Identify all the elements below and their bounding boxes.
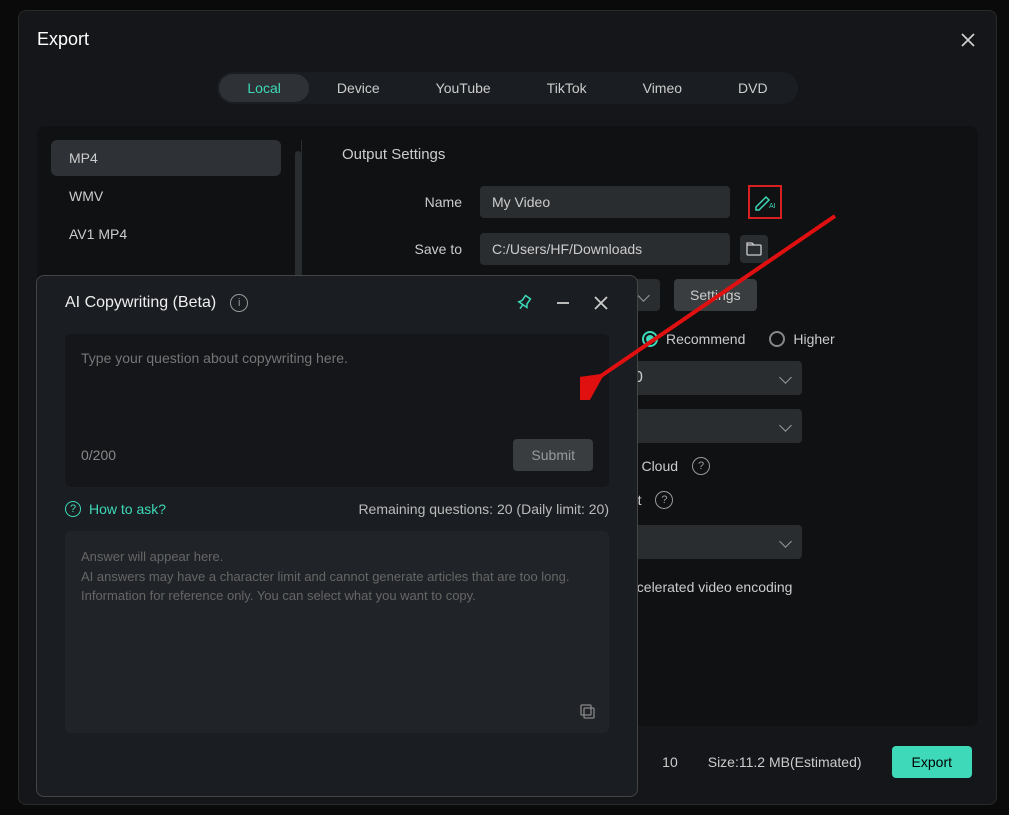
pin-icon[interactable] [515, 294, 533, 312]
ai-input-box: 0/200 Submit [65, 334, 609, 487]
tab-tiktok[interactable]: TikTok [519, 74, 615, 102]
dropdown-partial-1[interactable]: 0 [622, 361, 802, 395]
quality-recommend[interactable]: Recommend [642, 331, 745, 347]
dropdown-partial-2[interactable] [622, 409, 802, 443]
dialog-title: Export [37, 29, 89, 50]
higher-label: Higher [793, 331, 834, 347]
title-bar: Export [37, 29, 978, 50]
question-icon: ? [65, 501, 81, 517]
cloud-row: he Cloud ? [622, 457, 944, 475]
ght-row: ght ? [622, 491, 944, 509]
radio-off-icon [769, 331, 785, 347]
ai-help-row: ? How to ask? Remaining questions: 20 (D… [65, 501, 609, 517]
svg-text:AI: AI [769, 203, 776, 210]
copy-icon[interactable] [579, 703, 597, 721]
howto-link[interactable]: ? How to ask? [65, 501, 166, 517]
chevron-down-icon [781, 417, 790, 435]
ai-copywriting-panel: AI Copywriting (Beta) i 0/200 Submit ? H… [36, 275, 638, 797]
sidebar-scrollbar[interactable] [295, 151, 301, 291]
bottom-size: Size:11.2 MB(Estimated) [708, 754, 862, 770]
settings-button[interactable]: Settings [674, 279, 757, 311]
saveto-label: Save to [342, 241, 462, 257]
tab-dvd[interactable]: DVD [710, 74, 796, 102]
char-count: 0/200 [81, 447, 116, 463]
chevron-down-icon [781, 533, 790, 551]
close-icon[interactable] [958, 30, 978, 50]
tab-device[interactable]: Device [309, 74, 408, 102]
ai-output-box: Answer will appear here. AI answers may … [65, 531, 609, 733]
chevron-down-icon [781, 369, 790, 387]
browse-folder-icon[interactable] [740, 235, 768, 263]
gpu-row: accelerated video encoding [622, 579, 944, 595]
ai-panel-title: AI Copywriting (Beta) [65, 294, 216, 312]
submit-button[interactable]: Submit [513, 439, 593, 471]
ai-title-group: AI Copywriting (Beta) i [65, 294, 248, 312]
output-placeholder-2: AI answers may have a character limit an… [81, 567, 593, 587]
info-icon[interactable]: ? [692, 457, 710, 475]
dropdown-partial-3[interactable] [622, 525, 802, 559]
tab-vimeo[interactable]: Vimeo [615, 74, 710, 102]
remaining-questions: Remaining questions: 20 (Daily limit: 20… [358, 501, 609, 517]
output-settings-title: Output Settings [342, 146, 944, 163]
ai-question-input[interactable] [81, 350, 593, 428]
name-input[interactable] [480, 186, 730, 218]
saveto-row: Save to [342, 233, 944, 265]
radio-on-icon [642, 331, 658, 347]
export-button[interactable]: Export [892, 746, 972, 778]
name-label: Name [342, 194, 462, 210]
ai-panel-header: AI Copywriting (Beta) i [65, 294, 609, 312]
ai-input-footer: 0/200 Submit [81, 439, 593, 471]
quality-higher[interactable]: Higher [769, 331, 834, 347]
info-icon[interactable]: ? [655, 491, 673, 509]
format-av1mp4[interactable]: AV1 MP4 [51, 216, 281, 252]
recommend-label: Recommend [666, 331, 745, 347]
close-icon[interactable] [593, 295, 609, 311]
chevron-down-icon [639, 287, 648, 303]
saveto-input[interactable] [480, 233, 730, 265]
ai-copywriting-button[interactable]: AI [748, 185, 782, 219]
tab-youtube[interactable]: YouTube [408, 74, 519, 102]
tab-local[interactable]: Local [219, 74, 308, 102]
output-placeholder-1: Answer will appear here. [81, 547, 593, 567]
info-icon[interactable]: i [230, 294, 248, 312]
minimize-icon[interactable] [555, 295, 571, 311]
quality-radio-row: Recommend Higher [642, 331, 944, 347]
export-tabs: Local Device YouTube TikTok Vimeo DVD [217, 72, 797, 104]
bottom-num: 10 [662, 754, 678, 770]
output-placeholder-3: Information for reference only. You can … [81, 586, 593, 606]
gpu-text: accelerated video encoding [622, 579, 792, 595]
name-row: Name AI [342, 185, 944, 219]
ai-panel-actions [515, 294, 609, 312]
howto-label: How to ask? [89, 501, 166, 517]
format-wmv[interactable]: WMV [51, 178, 281, 214]
format-mp4[interactable]: MP4 [51, 140, 281, 176]
